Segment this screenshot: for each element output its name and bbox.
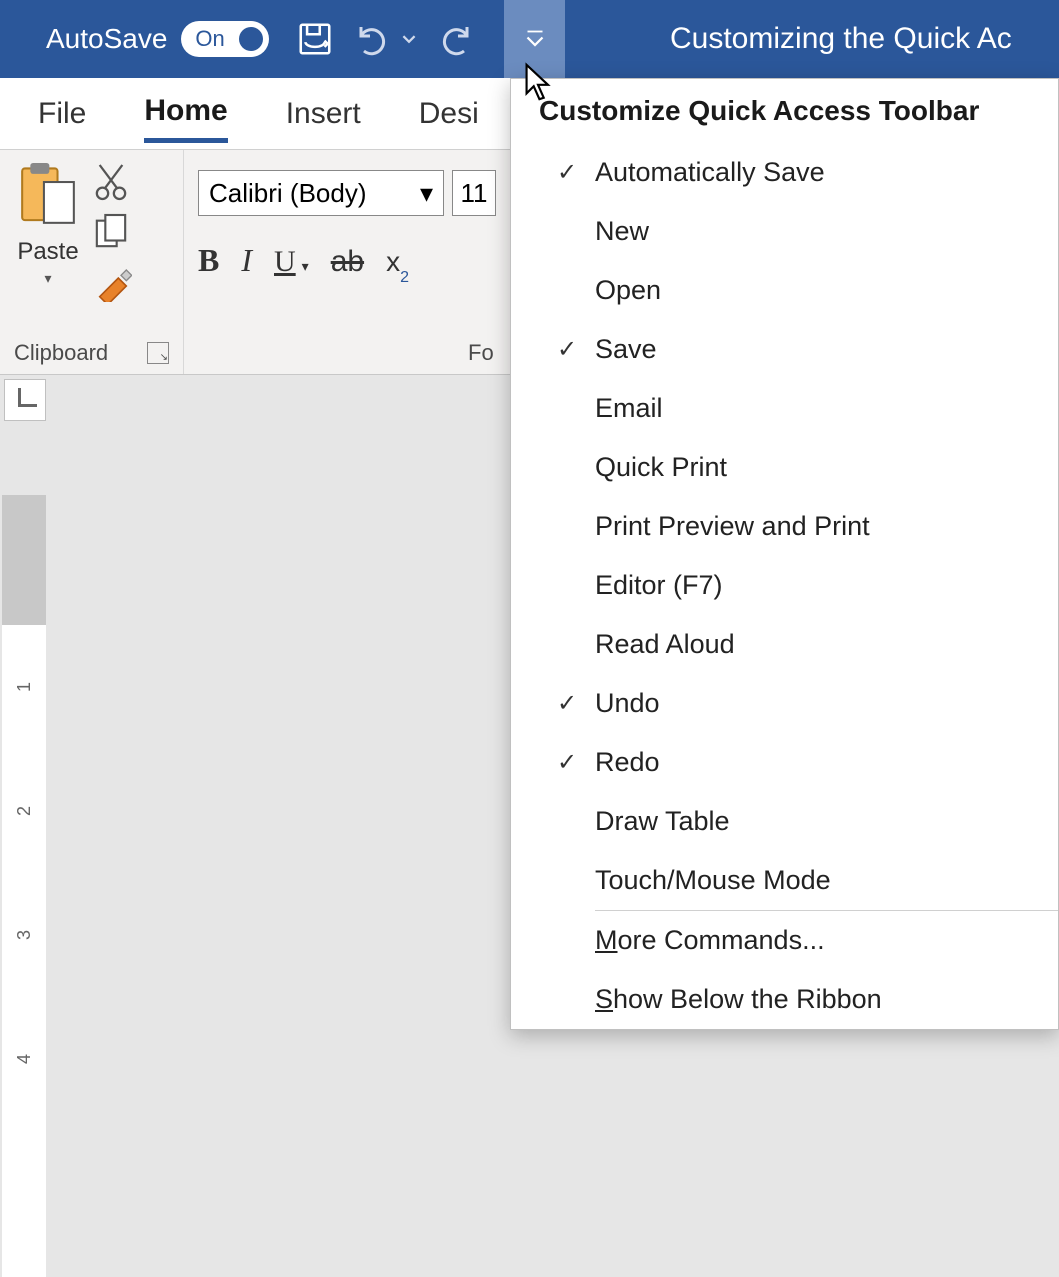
undo-icon[interactable] (349, 15, 397, 63)
font-size-select[interactable]: 11 (452, 170, 496, 216)
chevron-down-icon: ▾ (420, 178, 433, 209)
menu-item-save[interactable]: ✓ Save (511, 320, 1058, 379)
autosave-label: AutoSave (46, 23, 167, 55)
ruler-mark: 2 (0, 806, 86, 816)
underline-u: U (274, 245, 296, 279)
menu-item-open[interactable]: Open (511, 261, 1058, 320)
paste-icon (14, 160, 82, 234)
menu-item-print-preview[interactable]: Print Preview and Print (511, 497, 1058, 556)
menu-item-label: Redo (595, 747, 660, 778)
font-name-value: Calibri (Body) (209, 178, 367, 209)
toggle-knob (239, 27, 263, 51)
customize-qat-menu: Customize Quick Access Toolbar ✓ Automat… (510, 78, 1059, 1030)
autosave-toggle[interactable]: On (181, 21, 269, 57)
tab-design[interactable]: Desi (419, 87, 479, 141)
menu-item-label: Touch/Mouse Mode (595, 865, 831, 896)
mouse-cursor-icon (522, 62, 554, 102)
dropdown-title: Customize Quick Access Toolbar (511, 79, 1058, 143)
check-icon: ✓ (539, 158, 595, 187)
menu-item-email[interactable]: Email (511, 379, 1058, 438)
font-group-label: Fo (468, 340, 494, 366)
autosave-group: AutoSave On (0, 21, 269, 57)
menu-item-label: Automatically Save (595, 157, 825, 188)
strikethrough-button[interactable]: ab (331, 245, 364, 279)
subscript-button[interactable]: x2 (386, 246, 409, 283)
ruler-mark: 4 (0, 1054, 86, 1064)
menu-item-label: Editor (F7) (595, 570, 723, 601)
ruler-mark: 3 (0, 930, 86, 940)
font-name-select[interactable]: Calibri (Body) ▾ (198, 170, 444, 216)
tab-home[interactable]: Home (144, 84, 227, 143)
italic-button[interactable]: I (241, 242, 252, 279)
menu-item-label: Draw Table (595, 806, 730, 837)
quick-access-toolbar (291, 15, 479, 63)
save-icon[interactable] (291, 15, 339, 63)
menu-item-editor[interactable]: Editor (F7) (511, 556, 1058, 615)
copy-icon[interactable] (94, 212, 132, 252)
menu-item-show-below[interactable]: Show Below the Ribbon (511, 970, 1058, 1029)
menu-item-label: Read Aloud (595, 629, 735, 660)
check-icon: ✓ (539, 748, 595, 777)
check-icon: ✓ (539, 689, 595, 718)
chevron-down-icon: ▾ (302, 258, 309, 275)
tab-insert[interactable]: Insert (286, 87, 361, 141)
check-icon: ✓ (539, 335, 595, 364)
menu-item-quick-print[interactable]: Quick Print (511, 438, 1058, 497)
document-title: Customizing the Quick Ac (670, 22, 1012, 56)
menu-item-new[interactable]: New (511, 202, 1058, 261)
cut-icon[interactable] (94, 162, 132, 202)
menu-item-undo[interactable]: ✓ Undo (511, 674, 1058, 733)
clipboard-group: Paste ▾ (0, 150, 184, 374)
menu-item-touch-mouse[interactable]: Touch/Mouse Mode (511, 851, 1058, 910)
menu-item-label: Undo (595, 688, 660, 719)
underline-button[interactable]: U ▾ (274, 245, 309, 279)
menu-item-label: More Commands... (595, 925, 825, 956)
menu-item-label: Save (595, 334, 657, 365)
tab-file[interactable]: File (38, 87, 86, 141)
bold-button[interactable]: B (198, 242, 219, 279)
paste-button[interactable]: Paste ▾ (14, 160, 82, 287)
menu-item-label: Quick Print (595, 452, 727, 483)
menu-item-draw-table[interactable]: Draw Table (511, 792, 1058, 851)
redo-icon[interactable] (431, 15, 479, 63)
menu-item-read-aloud[interactable]: Read Aloud (511, 615, 1058, 674)
ruler-corner[interactable] (4, 379, 46, 421)
menu-item-label: Open (595, 275, 661, 306)
ruler-mark: 1 (0, 682, 86, 692)
menu-item-autosave[interactable]: ✓ Automatically Save (511, 143, 1058, 202)
format-painter-icon[interactable] (94, 262, 132, 302)
undo-dropdown-icon[interactable] (397, 15, 421, 63)
clipboard-dialog-launcher[interactable]: ↘ (147, 342, 169, 364)
menu-item-label: New (595, 216, 649, 247)
menu-item-label: Show Below the Ribbon (595, 984, 882, 1015)
menu-item-redo[interactable]: ✓ Redo (511, 733, 1058, 792)
menu-item-label: Email (595, 393, 663, 424)
vertical-ruler[interactable]: 1 2 3 4 (2, 495, 46, 1277)
menu-item-label: Print Preview and Print (595, 511, 870, 542)
clipboard-group-label: Clipboard (14, 340, 108, 366)
paste-dropdown-icon[interactable]: ▾ (44, 270, 51, 287)
font-size-value: 11 (461, 178, 488, 209)
menu-item-more-commands[interactable]: More Commands... (511, 911, 1058, 970)
paste-label: Paste (17, 238, 78, 266)
autosave-on-text: On (195, 26, 224, 52)
